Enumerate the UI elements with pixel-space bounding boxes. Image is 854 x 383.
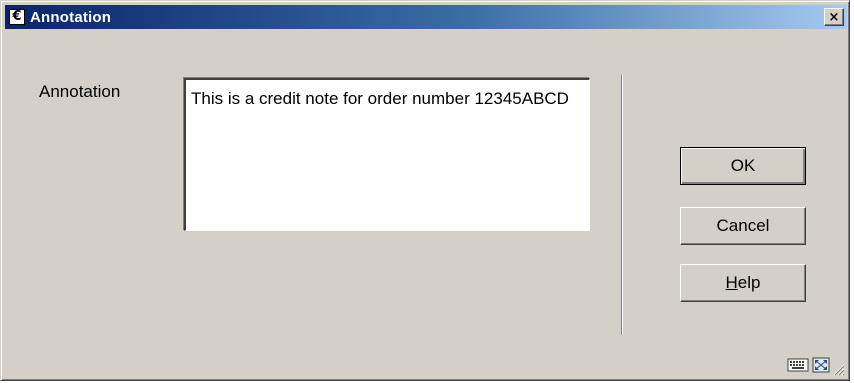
annotation-textarea-frame: This is a credit note for order number 1… <box>184 78 590 231</box>
help-button[interactable]: Help <box>680 264 806 302</box>
cancel-button[interactable]: Cancel <box>680 207 806 245</box>
keyboard-icon[interactable] <box>787 357 809 378</box>
help-label-rest: elp <box>737 273 761 292</box>
vertical-separator <box>621 75 623 335</box>
ok-button[interactable]: OK <box>680 147 806 185</box>
ok-button-label: OK <box>730 156 756 175</box>
help-mnemonic: H <box>725 273 738 292</box>
dialog-title: Annotation <box>30 8 112 26</box>
annotation-dialog: € Annotation × Annotation This is a cred… <box>0 0 850 381</box>
annotation-textarea[interactable]: This is a credit note for order number 1… <box>186 80 589 230</box>
status-icons <box>787 357 830 378</box>
title-bar[interactable]: € Annotation × <box>5 5 847 29</box>
euro-app-icon: € <box>9 9 25 25</box>
close-button[interactable]: × <box>824 8 844 26</box>
resize-window-icon[interactable] <box>812 357 830 378</box>
cancel-button-label: Cancel <box>716 216 770 235</box>
close-icon: × <box>828 9 840 25</box>
resize-grip-icon[interactable] <box>833 364 845 376</box>
help-button-label: Help <box>726 273 761 293</box>
annotation-label: Annotation <box>39 82 121 101</box>
